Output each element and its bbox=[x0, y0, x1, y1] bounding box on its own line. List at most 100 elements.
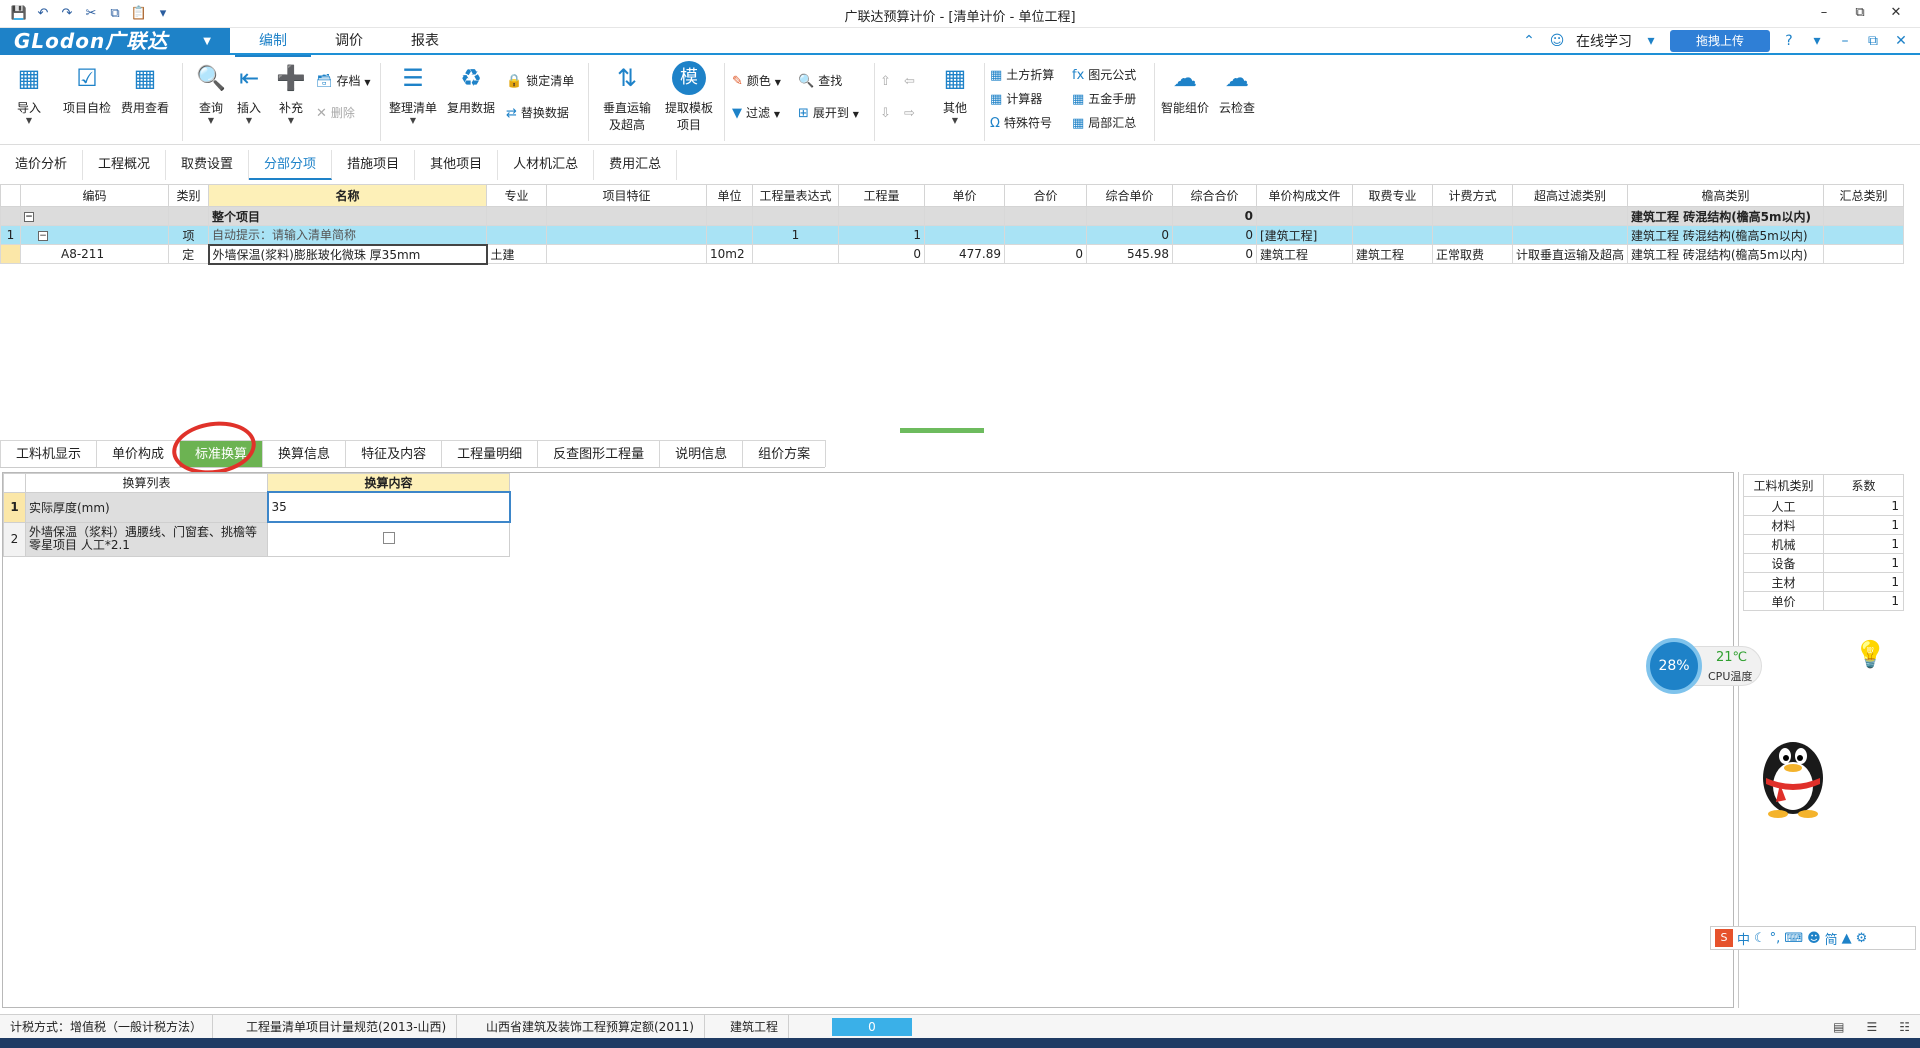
table-row[interactable]: 机械 1 bbox=[1743, 534, 1904, 554]
header-comp-unit-price[interactable]: 综合单价 bbox=[1086, 184, 1173, 207]
quota-type[interactable]: 定 bbox=[168, 244, 209, 264]
delete-button[interactable]: ✕ 删除 bbox=[316, 103, 355, 123]
header-total-price[interactable]: 合价 bbox=[1004, 184, 1087, 207]
extract-template-button[interactable]: 模 提取模板 项目 bbox=[660, 61, 718, 133]
quota-fee-specialty[interactable]: 建筑工程 bbox=[1352, 244, 1433, 264]
header-comp-total[interactable]: 综合合价 bbox=[1172, 184, 1257, 207]
local-summary-button[interactable]: ▦ 局部汇总 bbox=[1072, 113, 1136, 133]
skin-icon[interactable]: ▲ bbox=[1842, 931, 1852, 946]
move-up-icon[interactable]: ⇧ bbox=[880, 71, 895, 91]
conversion-checkbox[interactable] bbox=[382, 531, 395, 544]
tab-labor-material-summary[interactable]: 人材机汇总 bbox=[498, 150, 595, 180]
header-unit[interactable]: 单位 bbox=[706, 184, 753, 207]
header-qty[interactable]: 工程量 bbox=[838, 184, 925, 207]
group-name[interactable]: 整个项目 bbox=[208, 206, 487, 226]
moon-icon[interactable]: ☾ bbox=[1754, 931, 1766, 946]
organize-list-button[interactable]: ☰ 整理清单 ▼ bbox=[386, 61, 440, 125]
tab-unit-price-composition[interactable]: 单价构成 bbox=[96, 440, 181, 467]
close-icon[interactable]: ✕ bbox=[1878, 2, 1914, 24]
menu-edit[interactable]: 编制 bbox=[235, 28, 311, 58]
online-study-dropdown-icon[interactable]: ▾ bbox=[1642, 33, 1660, 49]
factor-value[interactable]: 1 bbox=[1823, 515, 1904, 535]
view-mode-1-icon[interactable]: ▤ bbox=[1833, 1015, 1844, 1039]
item-type[interactable]: 项 bbox=[168, 225, 209, 245]
expand-to-button[interactable]: ⊞ 展开到 ▼ bbox=[798, 103, 859, 123]
import-button[interactable]: ▦ 导入 ▼ bbox=[2, 61, 56, 125]
tab-reverse-graphic-quantity[interactable]: 反查图形工程量 bbox=[537, 440, 661, 467]
other-button[interactable]: ▦ 其他 ▼ bbox=[928, 61, 982, 125]
color-button[interactable]: ✎ 颜色 ▼ bbox=[732, 71, 781, 91]
tab-fee-summary[interactable]: 费用汇总 bbox=[594, 150, 678, 180]
factor-value[interactable]: 1 bbox=[1823, 572, 1904, 592]
factor-value[interactable]: 1 bbox=[1823, 534, 1904, 554]
header-summary-type[interactable]: 汇总类别 bbox=[1823, 184, 1905, 207]
tab-sub-items[interactable]: 分部分项 bbox=[249, 150, 333, 180]
fee-view-button[interactable]: ▦ 费用查看 bbox=[118, 61, 172, 116]
ime-simplified[interactable]: 简 bbox=[1825, 929, 1838, 948]
drag-upload-button[interactable]: 拖拽上传 bbox=[1670, 30, 1770, 52]
find-button[interactable]: 🔍 查找 bbox=[798, 71, 842, 91]
quota-over-filter[interactable]: 计取垂直运输及超高 bbox=[1511, 244, 1629, 264]
restore-icon[interactable]: ⧉ bbox=[1842, 2, 1878, 24]
quota-unit-file[interactable]: 建筑工程 bbox=[1256, 244, 1353, 264]
header-eaves-type[interactable]: 檐高类别 bbox=[1627, 184, 1825, 207]
self-check-button[interactable]: ☑ 项目自检 bbox=[60, 61, 114, 116]
lightbulb-icon[interactable]: 💡 bbox=[1854, 640, 1886, 670]
settings-dropdown-icon[interactable]: ▾ bbox=[1808, 33, 1826, 49]
item-comp-total[interactable]: 0 bbox=[1172, 225, 1257, 245]
cpu-monitor-widget[interactable]: 28% 21℃ CPU温度 bbox=[1646, 638, 1762, 694]
filter-button[interactable]: ▼ 过滤 ▼ bbox=[732, 103, 780, 123]
supplement-button[interactable]: ➕ 补充 ▼ bbox=[264, 61, 318, 125]
header-over-filter[interactable]: 超高过滤类别 bbox=[1511, 184, 1629, 207]
quota-qty[interactable]: 0 bbox=[838, 244, 925, 264]
tab-quantity-detail[interactable]: 工程量明细 bbox=[441, 440, 539, 467]
online-study-link[interactable]: 在线学习 bbox=[1576, 31, 1632, 51]
tab-cost-analysis[interactable]: 造价分析 bbox=[0, 150, 84, 180]
menu-adjust-price[interactable]: 调价 bbox=[311, 28, 387, 58]
quota-calc-method[interactable]: 正常取费 bbox=[1432, 244, 1513, 264]
table-row[interactable]: 人工 1 bbox=[1743, 496, 1904, 516]
item-qty-expr[interactable]: 1 bbox=[752, 225, 839, 245]
cloud-check-button[interactable]: ☁ 云检查 bbox=[1210, 61, 1264, 116]
tab-fee-settings[interactable]: 取费设置 bbox=[166, 150, 250, 180]
factor-value[interactable]: 1 bbox=[1823, 591, 1904, 611]
header-fee-specialty[interactable]: 取费专业 bbox=[1352, 184, 1433, 207]
item-name[interactable]: 自动提示：请输入清单简称 bbox=[208, 225, 487, 245]
collapse-icon[interactable]: − bbox=[24, 211, 34, 222]
vertical-transport-button[interactable]: ⇅ 垂直运输 及超高 bbox=[598, 61, 656, 133]
header-specialty[interactable]: 专业 bbox=[486, 184, 547, 207]
tab-conversion-info[interactable]: 换算信息 bbox=[262, 440, 347, 467]
quota-code[interactable]: A8-211 bbox=[20, 244, 169, 264]
move-left-icon[interactable]: ⇦ bbox=[904, 71, 919, 91]
help-icon[interactable]: ? bbox=[1780, 33, 1798, 49]
collapse-icon[interactable]: − bbox=[38, 230, 48, 241]
menu-report[interactable]: 报表 bbox=[387, 28, 463, 58]
close-pane-icon[interactable]: ✕ bbox=[1892, 33, 1910, 49]
special-symbol-button[interactable]: Ω 特殊符号 bbox=[990, 113, 1052, 133]
minimize-icon[interactable]: – bbox=[1806, 2, 1842, 24]
view-mode-2-icon[interactable]: ☰ bbox=[1866, 1015, 1877, 1039]
table-row[interactable]: 材料 1 bbox=[1743, 515, 1904, 535]
move-right-icon[interactable]: ⇨ bbox=[904, 103, 919, 123]
app-logo[interactable]: GLodon广联达 ▼ bbox=[0, 28, 230, 55]
reuse-data-button[interactable]: ♻ 复用数据 bbox=[444, 61, 498, 116]
punctuation-icon[interactable]: °, bbox=[1770, 931, 1781, 946]
quota-comp-total[interactable]: 0 bbox=[1172, 244, 1257, 264]
table-row[interactable]: 2 外墙保温（浆料）遇腰线、门窗套、挑檐等零星项目 人工*2.1 bbox=[3, 521, 510, 557]
table-row[interactable]: 主材 1 bbox=[1743, 572, 1904, 592]
header-unit-file[interactable]: 单价构成文件 bbox=[1256, 184, 1353, 207]
item-qty[interactable]: 1 bbox=[838, 225, 925, 245]
quota-comp-unit-price[interactable]: 545.98 bbox=[1086, 244, 1173, 264]
thickness-input[interactable]: 35 bbox=[266, 491, 511, 523]
pane-splitter[interactable] bbox=[900, 428, 984, 433]
group-eaves[interactable]: 建筑工程 砖混结构(檐高5m以内) bbox=[1627, 206, 1825, 226]
quota-specialty[interactable]: 土建 bbox=[486, 244, 547, 264]
tab-labor-material-display[interactable]: 工料机显示 bbox=[0, 440, 98, 467]
header-unit-price[interactable]: 单价 bbox=[924, 184, 1005, 207]
move-down-icon[interactable]: ⇩ bbox=[880, 103, 895, 123]
archive-button[interactable]: 🗃 存档 ▼ bbox=[316, 71, 371, 91]
header-qty-expr[interactable]: 工程量表达式 bbox=[752, 184, 839, 207]
header-type[interactable]: 类别 bbox=[168, 184, 209, 207]
logo-dropdown-icon[interactable]: ▼ bbox=[203, 28, 212, 55]
collapse-ribbon-icon[interactable]: ⌃ bbox=[1520, 33, 1538, 49]
